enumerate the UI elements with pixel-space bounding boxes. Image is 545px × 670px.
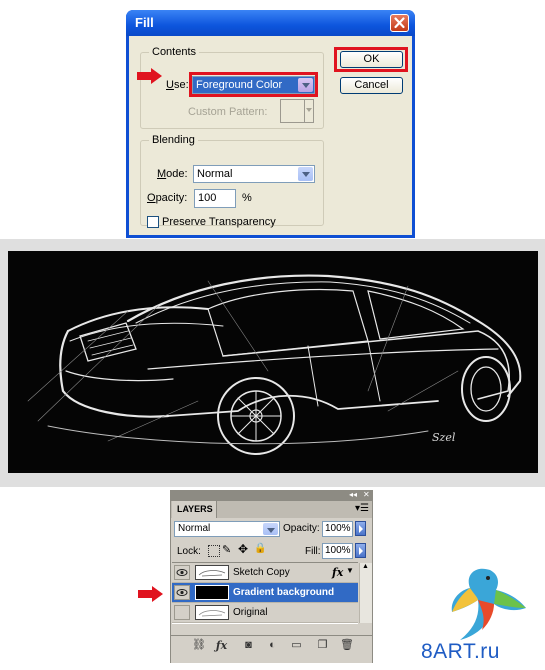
group-icon[interactable]: ▭ — [290, 639, 303, 652]
preserve-transparency-label: Preserve Transparency — [162, 216, 276, 228]
adjustment-icon[interactable]: ◐ — [266, 639, 279, 652]
eye-icon[interactable] — [174, 585, 190, 600]
fx-icon[interactable]: ƒx — [215, 639, 228, 652]
link-icon[interactable]: ⛓ — [192, 639, 206, 652]
custom-pattern-label: Custom Pattern: — [188, 106, 268, 118]
layers-panel: ◂◂ ✕ LAYERS ▾☰ Normal Opacity: 100% Lock… — [170, 490, 373, 663]
red-arrow-icon — [138, 586, 163, 602]
opacity-label: Opacity: — [283, 523, 320, 534]
panel-tabbar: LAYERS ▾☰ — [171, 501, 372, 518]
cancel-button[interactable]: Cancel — [340, 77, 403, 94]
blending-group-label: Blending — [152, 134, 195, 146]
chevron-down-icon — [306, 108, 312, 112]
close-icon[interactable] — [390, 14, 409, 32]
opacity-label: Opacity: — [147, 192, 188, 204]
use-value: Foreground Color — [196, 79, 283, 91]
close-icon[interactable]: ✕ — [363, 490, 370, 499]
layer-row[interactable]: Sketch Copy fx ▼ — [172, 563, 358, 583]
layer-name: Sketch Copy — [233, 567, 290, 578]
mask-icon[interactable]: ◙ — [242, 639, 255, 652]
collapse-icon[interactable]: ◂◂ — [349, 490, 357, 499]
red-arrow-icon — [137, 68, 162, 84]
fill-titlebar[interactable]: Fill — [126, 10, 415, 36]
mode-dropdown[interactable]: Normal — [193, 165, 315, 183]
car-sketch-image: Szel — [8, 251, 538, 473]
opacity-unit: % — [242, 192, 252, 204]
layer-opacity-input[interactable]: 100% — [322, 521, 353, 537]
dialog-body: Contents Use: Foreground Color Custom Pa… — [129, 36, 412, 235]
lock-move-icon[interactable]: ✥ — [238, 542, 248, 556]
custom-pattern-picker — [280, 99, 314, 123]
fill-label: Fill: — [305, 546, 321, 557]
parrot-logo-icon — [451, 568, 526, 640]
eye-icon[interactable] — [174, 565, 190, 580]
new-layer-icon[interactable]: ❐ — [316, 639, 329, 652]
layer-name: Original — [233, 607, 268, 618]
lock-transparency-icon[interactable] — [208, 545, 220, 557]
opacity-input[interactable]: 100 — [194, 189, 236, 208]
preserve-transparency-checkbox[interactable] — [147, 216, 159, 228]
chevron-down-icon[interactable] — [298, 78, 313, 92]
layer-thumbnail — [195, 565, 229, 580]
layer-fill-value: 100% — [325, 545, 351, 556]
ok-button[interactable]: OK — [340, 51, 403, 68]
fill-dialog: Fill Contents Use: Foreground Color Cust… — [126, 10, 415, 238]
chevron-down-icon[interactable]: ▼ — [346, 566, 354, 575]
layer-row-selected[interactable]: Gradient background — [172, 583, 358, 603]
dialog-title: Fill — [135, 15, 154, 30]
eye-hidden-icon[interactable] — [174, 605, 190, 620]
chevron-down-icon[interactable] — [263, 523, 278, 535]
tab-layers-label: LAYERS — [177, 504, 213, 514]
panel-menu-icon[interactable]: ▾☰ — [355, 503, 369, 514]
tab-layers[interactable]: LAYERS — [172, 501, 217, 518]
mode-label: Mode: — [157, 168, 188, 180]
layer-name: Gradient background — [233, 587, 335, 598]
blend-mode-dropdown[interactable]: Normal — [174, 521, 280, 537]
sketch-signature: Szel — [432, 431, 456, 444]
chevron-down-icon[interactable] — [298, 167, 313, 181]
use-label-text: se: — [173, 79, 189, 91]
mode-value: Normal — [197, 168, 233, 180]
layer-thumbnail — [195, 585, 229, 600]
layer-scrollbar[interactable]: ▲ — [359, 563, 372, 623]
blend-mode-value: Normal — [178, 523, 211, 534]
fill-slider-button[interactable] — [355, 543, 366, 558]
opacity-slider-button[interactable] — [355, 521, 366, 536]
contents-group-label: Contents — [152, 46, 197, 58]
use-dropdown[interactable]: Foreground Color — [192, 76, 315, 94]
lock-label: Lock: — [177, 546, 201, 557]
scroll-up-icon[interactable]: ▲ — [362, 563, 369, 570]
lock-brush-icon[interactable]: ✎ — [222, 543, 231, 556]
car-sketch-drawing: Szel — [8, 251, 538, 473]
layer-thumbnail — [195, 605, 229, 620]
panel-header-strip[interactable]: ◂◂ ✕ — [171, 490, 372, 501]
trash-icon[interactable]: 🗑 — [340, 639, 354, 652]
fx-icon[interactable]: fx — [332, 566, 343, 579]
watermark-text: 8ART.ru — [421, 640, 500, 663]
layer-opacity-value: 100% — [325, 523, 351, 534]
layer-fill-input[interactable]: 100% — [322, 543, 353, 559]
use-label: Use: — [166, 79, 189, 91]
lock-all-icon[interactable]: 🔒 — [254, 543, 266, 554]
layer-row[interactable]: Original — [172, 603, 358, 623]
opacity-value: 100 — [198, 192, 217, 204]
